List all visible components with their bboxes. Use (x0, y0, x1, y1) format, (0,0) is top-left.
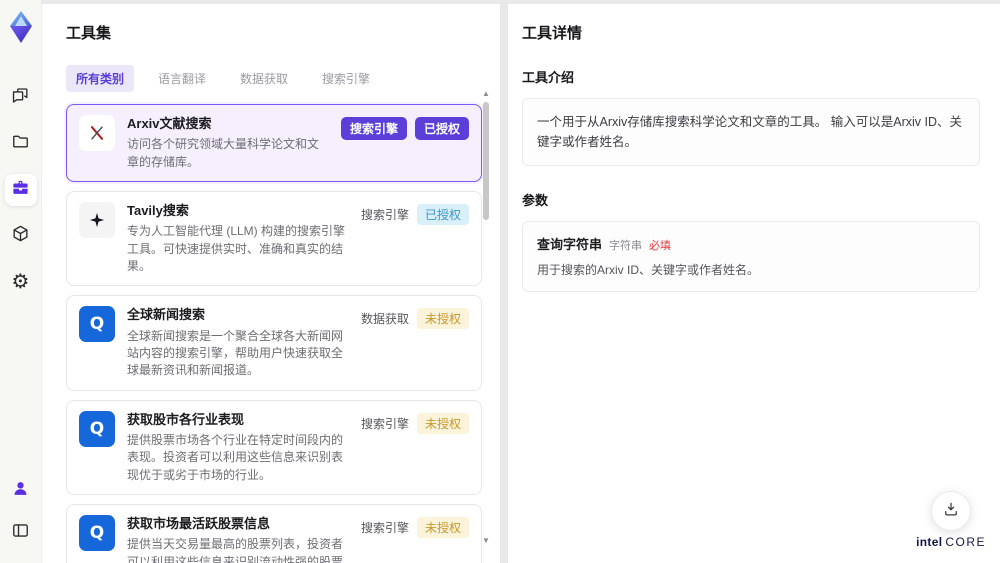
chat-icon (11, 86, 30, 110)
sidebar-item-chat[interactable] (5, 82, 37, 114)
sidebar-item-files[interactable] (5, 128, 37, 160)
tool-card[interactable]: Q Arxiv文献搜索 访问各个研究领域大量科学论文和文章的存储库。 (66, 104, 482, 182)
tab-label: 数据获取 (240, 72, 289, 86)
tool-description: 提供股票市场各个行业在特定时间段内的表现。投资者可以利用这些信息来识别表现优于或… (127, 432, 344, 482)
panel-toggle-icon (11, 521, 30, 545)
tool-badges: 搜索引擎 未授权 (360, 515, 469, 539)
scrollbar-thumb[interactable] (483, 102, 489, 220)
param-card: 查询字符串 字符串 必填 用于搜索的Arxiv ID、关键字或作者姓名。 (522, 221, 980, 292)
category-tabs: 所有类别 语言翻译 数据获取 搜索引擎 (66, 65, 500, 92)
toolbox-icon (11, 178, 30, 202)
tool-info: 全球新闻搜索 全球新闻搜索是一个聚合全球各大新闻网站内容的搜索引擎，帮助用户快速… (127, 306, 349, 379)
news-q-icon: Q (89, 314, 105, 335)
tool-category-badge: 搜索引擎 (360, 521, 409, 536)
tool-name: 获取股市各行业表现 (127, 411, 245, 427)
tab-label: 语言翻译 (158, 72, 207, 86)
sidebar-item-collapse[interactable] (5, 517, 37, 549)
intro-box: 一个用于从Arxiv存储库搜索科学论文和文章的工具。 输入可以是Arxiv ID… (522, 98, 980, 166)
tool-description: 访问各个研究领域大量科学论文和文章的存储库。 (127, 137, 320, 169)
download-button[interactable] (931, 491, 972, 531)
app-logo[interactable] (6, 10, 36, 44)
detail-title: 工具详情 (522, 25, 583, 42)
tool-icon: Q (79, 201, 115, 238)
page-title: 工具集 (66, 25, 112, 42)
tool-badges: 搜索引擎 已授权 (340, 115, 469, 140)
tool-list: Q Arxiv文献搜索 访问各个研究领域大量科学论文和文章的存储库。 (66, 104, 482, 563)
scroll-up-icon[interactable]: ▲ (482, 90, 490, 98)
tool-status-badge: 未授权 (416, 412, 469, 434)
arxiv-logo-icon (79, 115, 115, 151)
category-tab[interactable]: 数据获取 (230, 65, 298, 92)
param-name: 查询字符串 (537, 237, 603, 252)
news-q-icon: Q (89, 418, 105, 439)
tool-status-badge: 未授权 (416, 308, 469, 330)
tool-card[interactable]: Q 获取股市各行业表现 提供股票市场各个行业在特定时间段内的表现。投资者可以利用… (66, 399, 482, 496)
tool-detail-panel: 工具详情 工具介绍 一个用于从Arxiv存储库搜索科学论文和文章的工具。 输入可… (508, 4, 1000, 563)
sidebar-item-tools[interactable] (4, 174, 37, 206)
tool-info: 获取股市各行业表现 提供股票市场各个行业在特定时间段内的表现。投资者可以利用这些… (127, 411, 349, 484)
sidebar-item-account[interactable] (5, 475, 37, 507)
tool-badges: 搜索引擎 未授权 (361, 411, 469, 434)
scroll-down-icon[interactable]: ▼ (482, 537, 490, 545)
tab-label: 所有类别 (76, 72, 125, 86)
tool-badges: 数据获取 未授权 (360, 306, 469, 330)
category-tab[interactable]: 语言翻译 (148, 65, 216, 92)
category-tab[interactable]: 所有类别 (66, 65, 135, 92)
tool-category-badge: 搜索引擎 (360, 207, 409, 222)
param-head: 查询字符串 字符串 必填 (537, 234, 965, 253)
tool-icon: Q (79, 306, 115, 343)
tool-icon: Q (79, 410, 115, 447)
icon-rail: ⚙ (0, 0, 42, 563)
user-icon (11, 479, 30, 503)
gear-icon: ⚙ (11, 271, 30, 293)
param-required-flag: 必填 (649, 240, 672, 252)
tool-name: Tavily搜索 (127, 202, 189, 218)
cube-icon (11, 224, 30, 248)
tool-name: 获取市场最活跃股票信息 (127, 516, 271, 532)
tool-card[interactable]: Q Tavily搜索 专为人工智能代理 (LLM) 构建的搜索引擎工具。可快速 (66, 190, 482, 287)
folder-icon (11, 132, 30, 156)
tool-card[interactable]: Q 全球新闻搜索 全球新闻搜索是一个聚合全球各大新闻网站内容的搜索引擎，帮助用户… (66, 295, 482, 391)
news-q-icon: Q (89, 523, 105, 544)
tool-status-badge: 已授权 (414, 117, 469, 140)
tool-status-badge: 未授权 (416, 517, 469, 539)
param-description: 用于搜索的Arxiv ID、关键字或作者姓名。 (537, 263, 760, 277)
params-heading: 参数 (522, 193, 549, 208)
param-type: 字符串 (609, 240, 643, 252)
corner-widgets: intel CORE (916, 491, 986, 549)
tool-list-panel: 工具集 所有类别 语言翻译 数据获取 搜索引擎 Arxiv文献搜索 访问各个研究… (42, 4, 500, 563)
tool-status-badge: 已授权 (416, 203, 469, 225)
tool-description: 专为人工智能代理 (LLM) 构建的搜索引擎工具。可快速提供实时、准确和真实的结… (127, 224, 346, 273)
tool-badges: 搜索引擎 已授权 (361, 202, 469, 225)
intro-heading: 工具介绍 (522, 70, 575, 85)
panel-divider (500, 4, 508, 563)
intel-core-logo: intel CORE (916, 535, 986, 549)
tool-description: 提供当天交易量最高的股票列表，投资者可以利用这些信息来识别流动性强的股票和潜在的… (127, 537, 344, 563)
tool-category-badge: 搜索引擎 (340, 117, 407, 140)
category-tab[interactable]: 搜索引擎 (312, 65, 380, 92)
params-list: 查询字符串 字符串 必填 用于搜索的Arxiv ID、关键字或作者姓名。 (522, 221, 980, 292)
tool-category-badge: 搜索引擎 (360, 416, 409, 431)
download-icon (942, 500, 960, 523)
tool-info: 获取市场最活跃股票信息 提供当天交易量最高的股票列表，投资者可以利用这些信息来识… (127, 515, 349, 563)
tool-icon: Q (79, 515, 115, 552)
tool-category-badge: 数据获取 (360, 312, 409, 327)
tool-description: 全球新闻搜索是一个聚合全球各大新闻网站内容的搜索引擎，帮助用户快速获取全球最新资… (127, 328, 344, 378)
tavily-star-icon (79, 202, 115, 238)
tool-name: Arxiv文献搜索 (127, 116, 212, 131)
intro-text: 一个用于从Arxiv存储库搜索科学论文和文章的工具。 输入可以是Arxiv ID… (537, 115, 963, 149)
sidebar-item-settings[interactable]: ⚙ (5, 266, 37, 298)
tool-card[interactable]: Q 获取市场最活跃股票信息 提供当天交易量最高的股票列表，投资者可以利用这些信息… (66, 504, 482, 563)
tool-name: 全球新闻搜索 (127, 307, 206, 323)
sidebar-item-plugins[interactable] (5, 220, 37, 252)
list-scrollbar[interactable]: ▲ ▼ (482, 90, 490, 545)
tool-icon: Q (79, 115, 115, 151)
tool-info: Arxiv文献搜索 访问各个研究领域大量科学论文和文章的存储库。 (127, 115, 329, 171)
tool-info: Tavily搜索 专为人工智能代理 (LLM) 构建的搜索引擎工具。可快速提供实… (127, 202, 349, 275)
tab-label: 搜索引擎 (322, 72, 371, 86)
